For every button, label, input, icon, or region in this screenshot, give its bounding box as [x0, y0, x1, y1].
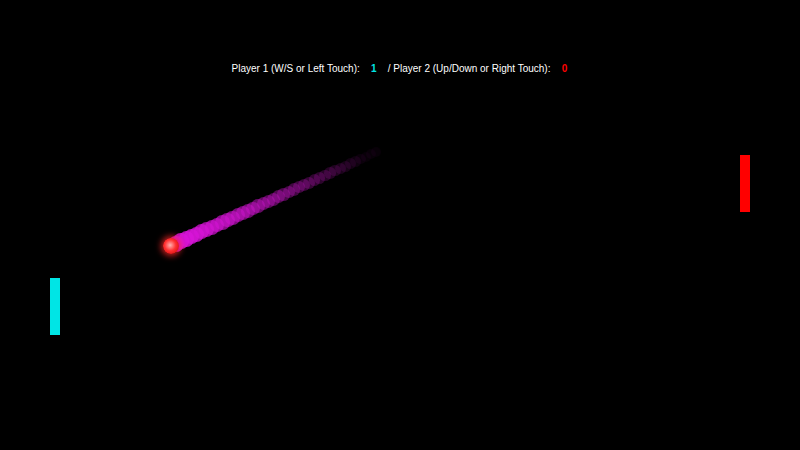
player-score: 0	[560, 63, 568, 74]
scoreboard: Player 1 (W/S or Left Touch): 1 / Player 2…	[0, 0, 800, 74]
game-screen[interactable]: Player 1 (W/S or Left Touch): 1 / Player 2…	[0, 0, 800, 450]
paddle[interactable]	[50, 278, 60, 335]
ball	[163, 238, 179, 254]
paddle[interactable]	[740, 155, 750, 212]
player-label: / Player 2 (Up/Down or Right Touch):	[388, 63, 551, 74]
player-label: Player 1 (W/S or Left Touch):	[232, 63, 360, 74]
player-score: 1	[370, 63, 378, 74]
